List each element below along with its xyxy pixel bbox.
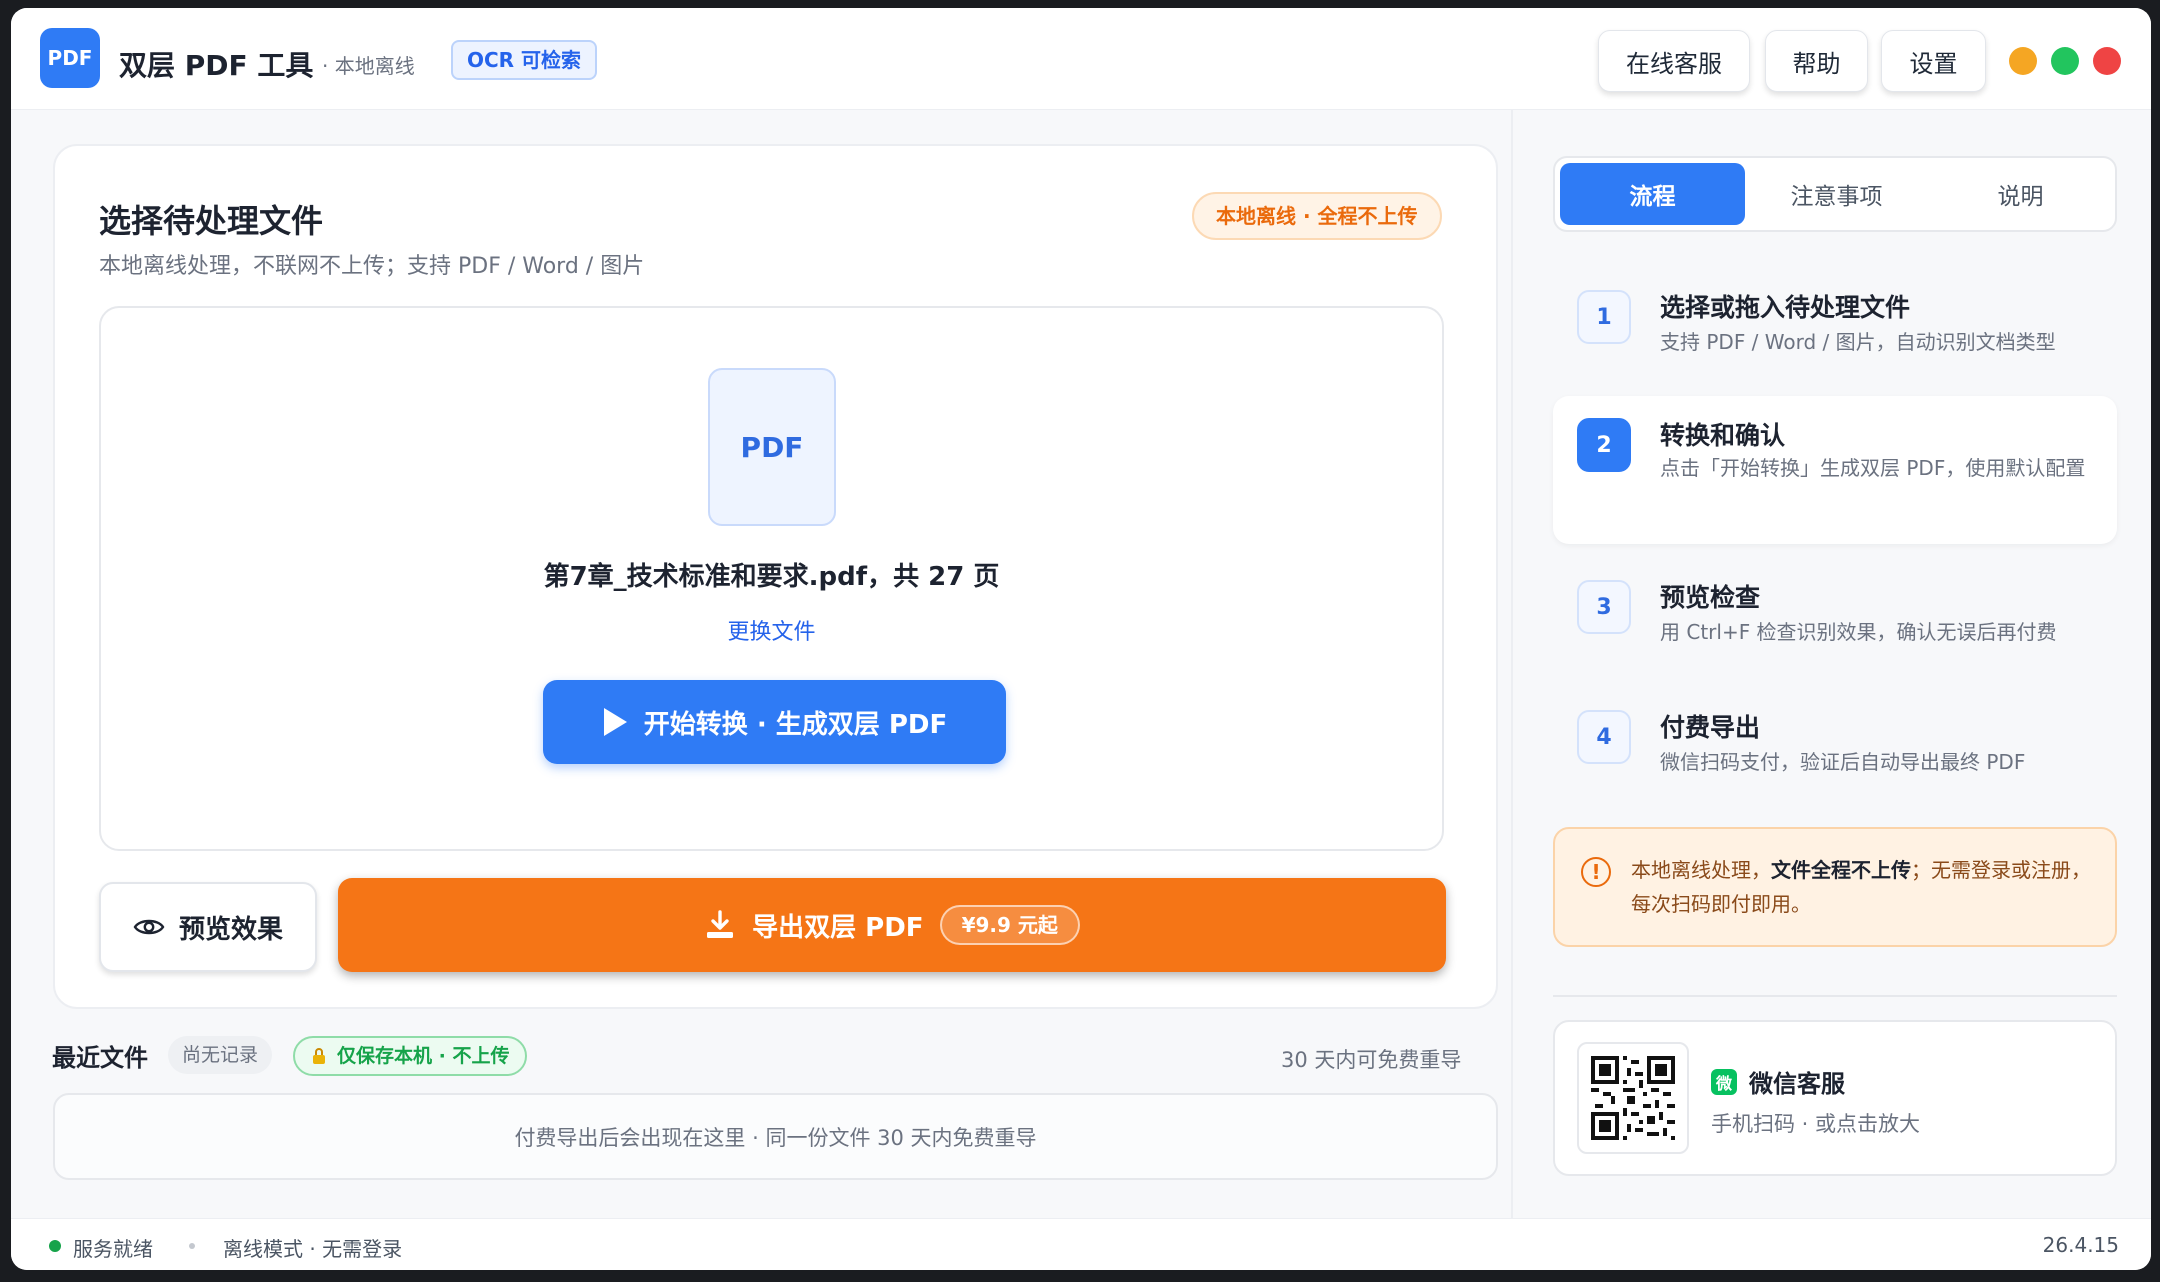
offline-badge: 本地离线 · 全程不上传 <box>1192 192 1442 240</box>
guide-tabs: 流程 注意事项 说明 <box>1553 156 2117 232</box>
divider <box>1553 995 2117 997</box>
maximize-button[interactable] <box>2051 47 2079 75</box>
recent-files-title: 最近文件 <box>52 1044 148 1072</box>
wechat-label: 微信客服 <box>1749 1070 1845 1098</box>
support-button[interactable]: 在线客服 <box>1598 30 1750 92</box>
local-only-label: 仅保存本机 · 不上传 <box>337 1045 510 1067</box>
header: PDF 双层 PDF 工具 · 本地离线 OCR 可检索 在线客服 帮助 设置 <box>11 8 2151 110</box>
recent-files-empty: 付费导出后会出现在这里 · 同一份文件 30 天内免费重导 <box>53 1093 1498 1180</box>
pdf-file-icon: PDF <box>708 368 836 526</box>
local-only-tag: 仅保存本机 · 不上传 <box>293 1036 528 1076</box>
file-dropzone[interactable]: PDF 第7章_技术标准和要求.pdf，共 27 页 更换文件 开始转换 · 生… <box>99 306 1444 851</box>
status-dot-icon <box>49 1240 61 1252</box>
step-description: 支持 PDF / Word / 图片，自动识别文档类型 <box>1660 330 2056 354</box>
step-title: 预览检查 <box>1660 583 1761 612</box>
free-reexport-note: 30 天内可免费重导 <box>1281 1048 1462 1072</box>
step-item-active: 2 转换和确认 点击「开始转换」生成双层 PDF，使用默认配置 <box>1553 396 2117 544</box>
step-number: 3 <box>1577 580 1631 634</box>
status-separator <box>189 1243 195 1249</box>
step-item: 4 付费导出 微信扫码支付，验证后自动导出最终 PDF <box>1553 690 2117 800</box>
guide-panel: 流程 注意事项 说明 1 选择或拖入待处理文件 支持 PDF / Word / … <box>1511 110 2151 1218</box>
offline-notice: ! 本地离线处理，文件全程不上传；无需登录或注册，每次扫码即付即用。 <box>1553 827 2117 947</box>
step-description: 点击「开始转换」生成双层 PDF，使用默认配置 <box>1660 456 2086 480</box>
export-label: 导出双层 PDF <box>752 912 924 943</box>
notice-bold: 文件全程不上传 <box>1771 858 1911 882</box>
step-number: 1 <box>1577 290 1631 344</box>
minimize-button[interactable] <box>2009 47 2037 75</box>
wechat-subtitle: 手机扫码 · 或点击放大 <box>1711 1112 1921 1136</box>
step-description: 微信扫码支付，验证后自动导出最终 PDF <box>1660 750 2026 774</box>
file-name: 第7章_技术标准和要求.pdf，共 27 页 <box>543 562 1000 592</box>
card-subtitle: 本地离线处理，不联网不上传；支持 PDF / Word / 图片 <box>99 254 645 279</box>
step-item: 3 预览检查 用 Ctrl+F 检查识别效果，确认无误后再付费 <box>1553 560 2117 670</box>
step-title: 付费导出 <box>1660 713 1761 742</box>
ocr-badge: OCR 可检索 <box>451 40 598 80</box>
version-label: 26.4.15 <box>2042 1233 2119 1257</box>
step-description: 用 Ctrl+F 检查识别效果，确认无误后再付费 <box>1660 620 2057 644</box>
eye-icon <box>133 919 165 935</box>
lock-icon <box>313 1048 325 1064</box>
file-select-card: 选择待处理文件 本地离线处理，不联网不上传；支持 PDF / Word / 图片… <box>53 144 1498 1009</box>
qr-code-icon <box>1591 1056 1675 1140</box>
start-convert-button[interactable]: 开始转换 · 生成双层 PDF <box>543 680 1006 764</box>
export-price-badge: ¥9.9 元起 <box>939 905 1080 945</box>
wechat-support-card[interactable]: 微 微信客服 手机扫码 · 或点击放大 <box>1553 1020 2117 1176</box>
help-button[interactable]: 帮助 <box>1765 30 1868 92</box>
notice-text: 本地离线处理，文件全程不上传；无需登录或注册，每次扫码即付即用。 <box>1631 853 2101 921</box>
status-bar: 服务就绪 离线模式 · 无需登录 26.4.15 <box>11 1218 2151 1270</box>
app-title: 双层 PDF 工具 <box>119 49 314 82</box>
no-records-tag: 尚无记录 <box>168 1036 273 1074</box>
start-convert-label: 开始转换 · 生成双层 PDF <box>643 709 948 740</box>
card-title: 选择待处理文件 <box>99 202 324 240</box>
wechat-icon: 微 <box>1711 1068 1737 1095</box>
tab-notes[interactable]: 注意事项 <box>1744 163 1929 225</box>
wechat-title: 微 微信客服 <box>1711 1064 1845 1099</box>
step-title: 转换和确认 <box>1660 421 1786 450</box>
warning-icon: ! <box>1581 857 1611 887</box>
preview-label: 预览效果 <box>178 914 283 945</box>
app-logo: PDF <box>40 28 100 88</box>
export-pdf-button[interactable]: 导出双层 PDF ¥9.9 元起 <box>338 878 1446 972</box>
change-file-link[interactable]: 更换文件 <box>101 614 1442 646</box>
change-file-label: 更换文件 <box>727 620 816 645</box>
app-subtitle: · 本地离线 <box>322 54 415 78</box>
tab-process[interactable]: 流程 <box>1560 163 1745 225</box>
preview-button[interactable]: 预览效果 <box>99 882 317 972</box>
download-icon <box>707 910 734 938</box>
offline-mode-status: 离线模式 · 无需登录 <box>223 1237 403 1261</box>
app-window: PDF 双层 PDF 工具 · 本地离线 OCR 可检索 在线客服 帮助 设置 … <box>11 8 2151 1270</box>
play-icon <box>603 708 627 736</box>
notice-part1: 本地离线处理， <box>1631 858 1771 882</box>
settings-button[interactable]: 设置 <box>1881 30 1986 92</box>
step-title: 选择或拖入待处理文件 <box>1660 293 1911 322</box>
service-status: 服务就绪 <box>73 1237 153 1261</box>
step-number: 4 <box>1577 710 1631 764</box>
close-button[interactable] <box>2093 47 2121 75</box>
tab-instructions[interactable]: 说明 <box>1928 163 2113 225</box>
step-item: 1 选择或拖入待处理文件 支持 PDF / Word / 图片，自动识别文档类型 <box>1553 270 2117 380</box>
step-number: 2 <box>1577 418 1631 472</box>
qr-code[interactable] <box>1577 1042 1689 1154</box>
